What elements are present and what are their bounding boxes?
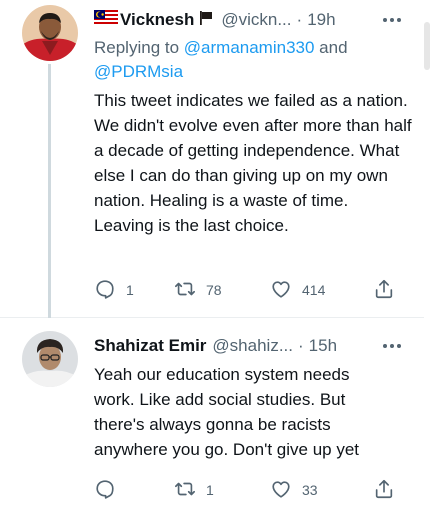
malaysia-flag-icon	[94, 9, 118, 31]
share-icon	[373, 278, 395, 303]
tweet[interactable]: Vicknesh @vickn... · 19h Replying to @ar…	[0, 0, 424, 318]
tweet-actions: 1 33	[94, 478, 414, 502]
separator-dot: ·	[298, 336, 304, 355]
tweet-header: Shahizat Emir @shahiz... · 15h	[94, 334, 424, 358]
like-count: 414	[302, 282, 326, 298]
share-icon	[373, 478, 395, 503]
like-button[interactable]: 414	[270, 278, 325, 302]
reply-button[interactable]	[94, 478, 126, 502]
scrollbar[interactable]	[424, 22, 430, 70]
reply-icon	[94, 278, 116, 303]
tweet-text: Yeah our education system needs work. Li…	[94, 365, 360, 459]
heart-icon	[270, 278, 292, 303]
retweet-button[interactable]: 78	[174, 278, 222, 302]
share-button[interactable]	[373, 478, 395, 502]
timeline: Vicknesh @vickn... · 19h Replying to @ar…	[0, 0, 430, 505]
retweet-icon	[174, 478, 196, 503]
mention-link[interactable]: @PDRMsia	[94, 62, 183, 81]
like-button[interactable]: 33	[270, 478, 318, 502]
reply-button[interactable]: 1	[94, 278, 134, 302]
reply-count: 1	[126, 282, 134, 298]
avatar[interactable]	[22, 5, 78, 61]
black-flag-icon	[197, 9, 215, 32]
like-count: 33	[302, 482, 318, 498]
thread-line	[48, 64, 51, 318]
tweet-text: This tweet indicates we failed as a nati…	[94, 91, 412, 235]
avatar[interactable]	[22, 331, 78, 387]
retweet-button[interactable]: 1	[174, 478, 214, 502]
tweet[interactable]: Shahizat Emir @shahiz... · 15h Yeah our …	[0, 318, 424, 505]
author-name[interactable]: Shahizat Emir	[94, 336, 206, 356]
tweet-header: Vicknesh @vickn... · 19h	[94, 8, 424, 32]
mention-link[interactable]: @armanamin330	[184, 38, 315, 57]
retweet-count: 78	[206, 282, 222, 298]
retweet-count: 1	[206, 482, 214, 498]
more-options-icon[interactable]	[380, 10, 404, 30]
tweet-body: Vicknesh @vickn... · 19h Replying to @ar…	[94, 8, 424, 238]
author-name[interactable]: Vicknesh	[120, 10, 194, 30]
replying-to-join: and	[314, 38, 348, 57]
heart-icon	[270, 478, 292, 503]
more-options-icon[interactable]	[380, 336, 404, 356]
reply-icon	[94, 478, 116, 503]
retweet-icon	[174, 278, 196, 303]
separator-dot: ·	[296, 10, 303, 29]
replying-to: Replying to @armanamin330 and @PDRMsia	[94, 36, 424, 84]
timestamp[interactable]: 19h	[307, 10, 335, 30]
tweet-body: Shahizat Emir @shahiz... · 15h Yeah our …	[94, 334, 424, 462]
replying-to-label: Replying to	[94, 38, 184, 57]
share-button[interactable]	[373, 278, 395, 302]
author-handle[interactable]: @vickn...	[221, 10, 291, 30]
timestamp[interactable]: 15h	[309, 336, 337, 356]
tweet-actions: 1 78 414	[94, 278, 414, 302]
author-handle[interactable]: @shahiz...	[212, 336, 293, 356]
